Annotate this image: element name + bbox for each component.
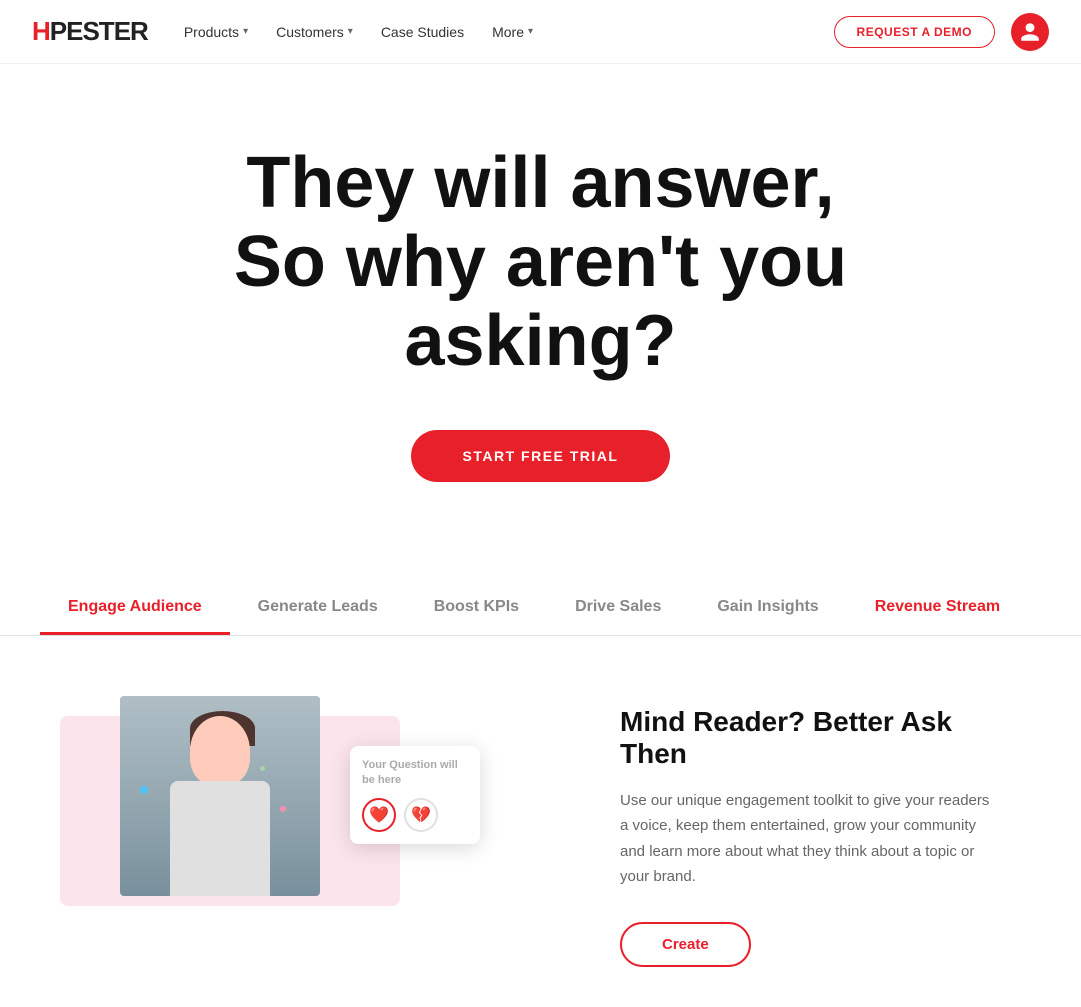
question-card-text: Your Question will be here <box>362 758 468 789</box>
section-heading: Mind Reader? Better Ask Then <box>620 706 1021 770</box>
nav-customers[interactable]: Customers ▾ <box>276 24 353 40</box>
tab-engage-audience[interactable]: Engage Audience <box>40 582 230 635</box>
person-icon <box>1019 21 1041 43</box>
person-body <box>170 781 270 896</box>
heart-reaction-button[interactable]: ❤️ <box>362 798 396 832</box>
reaction-row: ❤️ 💔 <box>362 798 468 832</box>
confetti-dot-2 <box>280 806 286 812</box>
question-card: Your Question will be here ❤️ 💔 <box>350 746 480 845</box>
nav-products[interactable]: Products ▾ <box>184 24 248 40</box>
person-photo <box>120 696 320 896</box>
create-button[interactable]: Create <box>620 922 751 967</box>
tab-revenue-stream[interactable]: Revenue Stream <box>847 582 1028 635</box>
logo-prefix: H <box>32 16 50 46</box>
request-demo-button[interactable]: REQUEST A DEMO <box>834 16 995 48</box>
person-head <box>190 716 250 786</box>
tab-drive-sales[interactable]: Drive Sales <box>547 582 689 635</box>
user-avatar[interactable] <box>1011 13 1049 51</box>
section-body: Use our unique engagement toolkit to giv… <box>620 788 1000 890</box>
start-free-trial-button[interactable]: START FREE TRIAL <box>411 430 671 482</box>
tab-boost-kpis[interactable]: Boost KPIs <box>406 582 547 635</box>
hero-headline-line2: So why aren't you asking? <box>234 222 847 381</box>
confetti-dot-3 <box>260 766 265 771</box>
more-arrow-icon: ▾ <box>528 26 533 37</box>
hero-headline: They will answer, So why aren't you aski… <box>91 144 991 382</box>
tab-generate-leads[interactable]: Generate Leads <box>230 582 406 635</box>
hero-headline-line1: They will answer, <box>246 143 834 223</box>
nav-links: Products ▾ Customers ▾ Case Studies More… <box>184 24 834 40</box>
hero-image-area: Your Question will be here ❤️ 💔 <box>60 696 540 916</box>
navbar: HPESTER Products ▾ Customers ▾ Case Stud… <box>0 0 1081 64</box>
hero-section: They will answer, So why aren't you aski… <box>0 64 1081 542</box>
broken-heart-reaction-button[interactable]: 💔 <box>404 798 438 832</box>
nav-case-studies[interactable]: Case Studies <box>381 24 464 40</box>
logo-name: PESTER <box>50 16 148 46</box>
nav-right: REQUEST A DEMO <box>834 13 1049 51</box>
content-section: Your Question will be here ❤️ 💔 Mind Rea… <box>0 636 1081 1007</box>
tabs-section: Engage Audience Generate Leads Boost KPI… <box>0 582 1081 636</box>
tab-gain-insights[interactable]: Gain Insights <box>689 582 846 635</box>
nav-more[interactable]: More ▾ <box>492 24 533 40</box>
confetti-dot-1 <box>140 786 148 794</box>
section-text-content: Mind Reader? Better Ask Then Use our uni… <box>620 696 1021 967</box>
logo[interactable]: HPESTER <box>32 16 148 47</box>
products-arrow-icon: ▾ <box>243 26 248 37</box>
tabs-list: Engage Audience Generate Leads Boost KPI… <box>40 582 1041 635</box>
customers-arrow-icon: ▾ <box>348 26 353 37</box>
person-silhouette <box>120 696 320 896</box>
